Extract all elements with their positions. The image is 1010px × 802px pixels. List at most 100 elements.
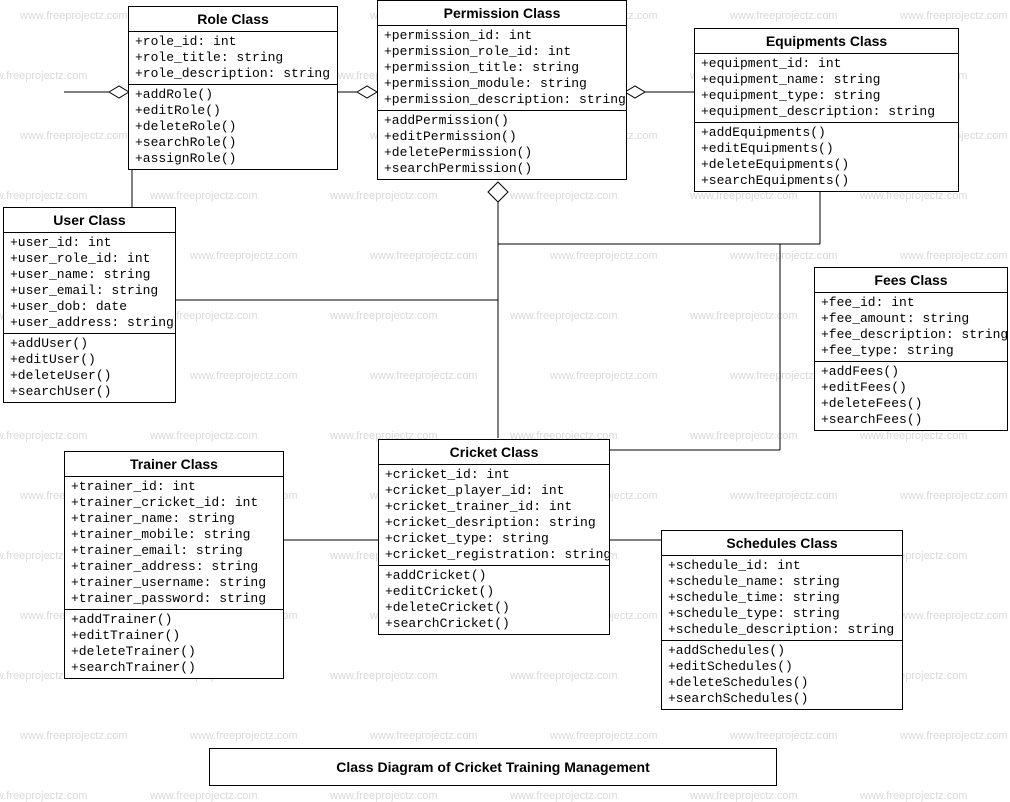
uml-row: +trainer_username: string (71, 575, 277, 591)
uml-row: +searchFees() (821, 412, 1001, 428)
uml-row: +cricket_desription: string (385, 515, 603, 531)
class-permission: Permission Class +permission_id: int+per… (377, 0, 627, 180)
watermark-text: www.freeprojectz.com (370, 730, 478, 742)
uml-row: +searchSchedules() (668, 691, 896, 707)
uml-row: +searchEquipments() (701, 173, 952, 189)
uml-row: +editFees() (821, 380, 1001, 396)
uml-row: +user_email: string (10, 283, 169, 299)
diagram-caption: Class Diagram of Cricket Training Manage… (209, 748, 777, 786)
watermark-text: www.freeprojectz.com (330, 310, 438, 322)
ops-section: +addTrainer()+editTrainer()+deleteTraine… (65, 610, 283, 678)
uml-row: +equipment_name: string (701, 72, 952, 88)
watermark-text: www.freeprojectz.com (370, 250, 478, 262)
uml-row: +deleteUser() (10, 368, 169, 384)
uml-row: +deleteTrainer() (71, 644, 277, 660)
attrs-section: +fee_id: int+fee_amount: string+fee_desc… (815, 293, 1007, 362)
uml-row: +permission_role_id: int (384, 44, 620, 60)
uml-row: +role_id: int (135, 34, 331, 50)
class-cricket: Cricket Class +cricket_id: int+cricket_p… (378, 439, 610, 635)
watermark-text: www.freeprojectz.com (0, 430, 88, 442)
uml-row: +assignRole() (135, 151, 331, 167)
uml-row: +trainer_email: string (71, 543, 277, 559)
attrs-section: +equipment_id: int+equipment_name: strin… (695, 54, 958, 123)
ops-section: +addPermission()+editPermission()+delete… (378, 111, 626, 179)
attrs-section: +user_id: int+user_role_id: int+user_nam… (4, 233, 175, 334)
uml-row: +permission_description: string (384, 92, 620, 108)
uml-row: +editUser() (10, 352, 169, 368)
uml-row: +equipment_id: int (701, 56, 952, 72)
uml-row: +cricket_id: int (385, 467, 603, 483)
uml-row: +searchTrainer() (71, 660, 277, 676)
uml-row: +fee_amount: string (821, 311, 1001, 327)
uml-row: +trainer_id: int (71, 479, 277, 495)
uml-row: +cricket_trainer_id: int (385, 499, 603, 515)
watermark-text: www.freeprojectz.com (550, 730, 658, 742)
uml-row: +trainer_address: string (71, 559, 277, 575)
class-user: User Class +user_id: int+user_role_id: i… (3, 207, 176, 403)
uml-row: +user_name: string (10, 267, 169, 283)
watermark-text: www.freeprojectz.com (20, 730, 128, 742)
uml-row: +addFees() (821, 364, 1001, 380)
uml-row: +trainer_mobile: string (71, 527, 277, 543)
uml-row: +permission_id: int (384, 28, 620, 44)
watermark-text: www.freeprojectz.com (190, 730, 298, 742)
uml-row: +schedule_id: int (668, 558, 896, 574)
ops-section: +addUser()+editUser()+deleteUser()+searc… (4, 334, 175, 402)
attrs-section: +cricket_id: int+cricket_player_id: int+… (379, 465, 609, 566)
watermark-text: www.freeprojectz.com (860, 430, 968, 442)
uml-row: +editCricket() (385, 584, 603, 600)
uml-row: +user_id: int (10, 235, 169, 251)
uml-row: +trainer_password: string (71, 591, 277, 607)
uml-row: +deleteRole() (135, 119, 331, 135)
class-title: Trainer Class (65, 452, 283, 477)
watermark-text: www.freeprojectz.com (0, 190, 88, 202)
uml-row: +searchRole() (135, 135, 331, 151)
uml-row: +role_title: string (135, 50, 331, 66)
watermark-text: www.freeprojectz.com (190, 370, 298, 382)
uml-row: +searchUser() (10, 384, 169, 400)
uml-row: +deleteCricket() (385, 600, 603, 616)
watermark-text: www.freeprojectz.com (730, 250, 838, 262)
watermark-text: www.freeprojectz.com (730, 490, 838, 502)
attrs-section: +trainer_id: int+trainer_cricket_id: int… (65, 477, 283, 610)
uml-row: +role_description: string (135, 66, 331, 82)
watermark-text: www.freeprojectz.com (0, 70, 88, 82)
uml-row: +user_dob: date (10, 299, 169, 315)
uml-row: +trainer_name: string (71, 511, 277, 527)
class-role: Role Class +role_id: int+role_title: str… (128, 6, 338, 170)
uml-row: +addEquipments() (701, 125, 952, 141)
uml-row: +addPermission() (384, 113, 620, 129)
uml-row: +cricket_type: string (385, 531, 603, 547)
class-title: Cricket Class (379, 440, 609, 465)
uml-row: +editPermission() (384, 129, 620, 145)
uml-row: +permission_title: string (384, 60, 620, 76)
watermark-text: www.freeprojectz.com (900, 490, 1008, 502)
class-title: Schedules Class (662, 531, 902, 556)
uml-row: +trainer_cricket_id: int (71, 495, 277, 511)
attrs-section: +schedule_id: int+schedule_name: string +… (662, 556, 902, 641)
watermark-text: www.freeprojectz.com (510, 190, 618, 202)
class-title: Role Class (129, 7, 337, 32)
uml-row: +editEquipments() (701, 141, 952, 157)
uml-row: +editRole() (135, 103, 331, 119)
watermark-text: www.freeprojectz.com (900, 10, 1008, 22)
uml-row: +cricket_player_id: int (385, 483, 603, 499)
class-title: Permission Class (378, 1, 626, 26)
uml-row: +schedule_name: string (668, 574, 896, 590)
uml-row: +addUser() (10, 336, 169, 352)
attrs-section: +permission_id: int+permission_role_id: … (378, 26, 626, 111)
uml-row: +fee_id: int (821, 295, 1001, 311)
uml-row: +fee_type: string (821, 343, 1001, 359)
watermark-text: www.freeprojectz.com (900, 730, 1008, 742)
class-title: User Class (4, 208, 175, 233)
uml-row: +user_role_id: int (10, 251, 169, 267)
uml-row: +addCricket() (385, 568, 603, 584)
watermark-text: www.freeprojectz.com (330, 190, 438, 202)
ops-section: +addEquipments()+editEquipments()+delete… (695, 123, 958, 191)
uml-row: +schedule_type: string (668, 606, 896, 622)
uml-row: +deleteFees() (821, 396, 1001, 412)
class-trainer: Trainer Class +trainer_id: int+trainer_c… (64, 451, 284, 679)
uml-row: +addTrainer() (71, 612, 277, 628)
watermark-text: www.freeprojectz.com (150, 190, 258, 202)
uml-row: +editTrainer() (71, 628, 277, 644)
